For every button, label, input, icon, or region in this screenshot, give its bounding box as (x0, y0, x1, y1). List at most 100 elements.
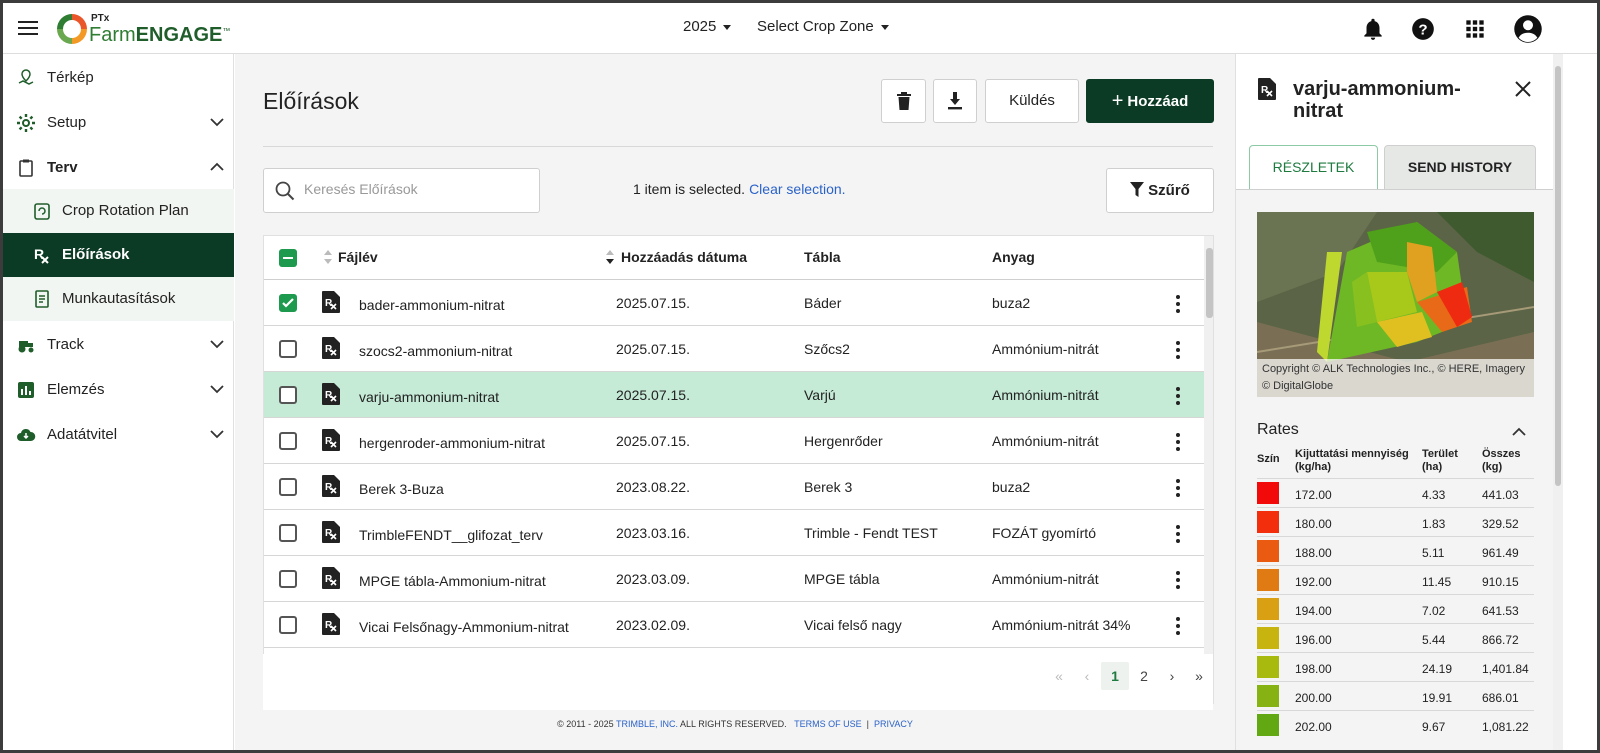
menu-icon[interactable] (17, 17, 39, 39)
row-more-icon[interactable] (1174, 293, 1182, 313)
row-file-name[interactable]: Vicai Felsőnagy-Ammonium-nitrat (359, 619, 569, 635)
page-scrollbar[interactable] (1553, 54, 1563, 750)
prescription-map[interactable]: Copyright © ALK Technologies Inc., © HER… (1257, 212, 1534, 397)
row-checkbox[interactable] (279, 386, 297, 404)
bell-icon[interactable] (1360, 16, 1386, 42)
rate-value: 192.00 (1295, 575, 1332, 589)
app-window: PTx FarmENGAGE™ 2025 Select Crop Zone ? … (3, 3, 1597, 750)
column-header-field[interactable]: Tábla (804, 249, 841, 265)
page-1-button[interactable]: 1 (1101, 662, 1129, 690)
footer-copyright: © 2011 - 2025 (557, 719, 614, 729)
first-page-button[interactable]: « (1045, 662, 1073, 690)
delete-button[interactable] (881, 79, 926, 123)
row-file-name[interactable]: szocs2-ammonium-nitrat (359, 343, 512, 359)
help-icon[interactable]: ? (1410, 16, 1436, 42)
row-more-icon[interactable] (1174, 339, 1182, 359)
rate-total: 1,081.22 (1482, 720, 1529, 734)
footer-company-link[interactable]: TRIMBLE, INC. (616, 719, 678, 729)
rx-file-icon: R (322, 337, 340, 359)
row-field: MPGE tábla (804, 571, 880, 587)
rate-area: 24.19 (1422, 662, 1453, 676)
next-page-button[interactable]: › (1158, 662, 1186, 690)
row-more-icon[interactable] (1174, 615, 1182, 635)
sidebar-item-setup[interactable]: Setup (3, 101, 234, 145)
sidebar-subitem-crop-rotation-plan[interactable]: Crop Rotation Plan (3, 189, 234, 233)
download-button[interactable] (933, 79, 977, 123)
crop-zone-dropdown[interactable]: Select Crop Zone (757, 18, 889, 35)
apps-grid-icon[interactable] (1462, 16, 1488, 42)
sidebar-item-terv[interactable]: Terv (3, 146, 234, 190)
scrollbar-thumb[interactable] (1555, 66, 1561, 486)
sidebar-subitem-munkautasitasok[interactable]: Munkautasítások (3, 277, 234, 321)
table-row[interactable]: Rvarju-ammonium-nitrat 2025.07.15. Varjú Am… (264, 372, 1204, 418)
column-header-material[interactable]: Anyag (992, 249, 1035, 265)
last-page-button[interactable]: » (1185, 662, 1213, 690)
row-more-icon[interactable] (1174, 569, 1182, 589)
table-row[interactable]: R TrimbleFENDT__glifozat_terv 2023.03.16. T… (264, 510, 1204, 556)
sidebar-item-track[interactable]: Track (3, 323, 234, 367)
row-more-icon[interactable] (1174, 477, 1182, 497)
row-checkbox[interactable] (279, 616, 297, 634)
sidebar-item-elemzes[interactable]: Elemzés (3, 368, 234, 412)
row-checkbox[interactable] (279, 478, 297, 496)
row-more-icon[interactable] (1174, 523, 1182, 543)
rx-file-icon: R (1258, 78, 1276, 100)
table-row[interactable]: R Berek 3-Buza 2023.08.22. Berek 3 buza2 (264, 464, 1204, 510)
send-button[interactable]: Küldés (985, 79, 1079, 123)
rate-row: 172.00 4.33 441.03 (1257, 478, 1534, 507)
sort-icon[interactable] (324, 250, 332, 264)
row-date: 2023.08.22. (616, 479, 690, 495)
sort-desc-icon[interactable] (606, 250, 614, 264)
crop-zone-value: Select Crop Zone (757, 18, 874, 35)
add-label: Hozzáad (1127, 93, 1189, 110)
filter-button[interactable]: Szűrő (1106, 168, 1214, 213)
prev-page-button[interactable]: ‹ (1073, 662, 1101, 690)
row-file-name[interactable]: varju-ammonium-nitrat (359, 389, 499, 405)
row-file-name[interactable]: bader-ammonium-nitrat (359, 297, 505, 313)
rate-row: 188.00 5.11 961.49 (1257, 536, 1534, 565)
row-checkbox[interactable] (279, 524, 297, 542)
row-file-name[interactable]: hergenroder-ammonium-nitrat (359, 435, 545, 451)
clear-selection-link[interactable]: Clear selection. (749, 181, 846, 197)
row-more-icon[interactable] (1174, 431, 1182, 451)
row-field: Trimble - Fendt TEST (804, 525, 938, 541)
row-file-name[interactable]: TrimbleFENDT__glifozat_terv (359, 527, 543, 543)
page-2-button[interactable]: 2 (1130, 662, 1158, 690)
terms-link[interactable]: TERMS OF USE (794, 719, 862, 729)
table-row[interactable]: Rhergenroder-ammonium-nitrat 2025.07.15. H… (264, 418, 1204, 464)
column-header-file[interactable]: Fájlév (338, 249, 378, 265)
close-icon[interactable] (1514, 80, 1532, 98)
row-field: Vicai felső nagy (804, 617, 902, 633)
sidebar-subitem-eloirasok[interactable]: R Előírások (3, 233, 234, 277)
chevron-up-icon[interactable] (1512, 427, 1526, 437)
search-box[interactable] (263, 168, 540, 213)
row-checkbox[interactable] (279, 340, 297, 358)
table-row[interactable]: Rszocs2-ammonium-nitrat 2025.07.15. Szőcs2… (264, 326, 1204, 372)
scrollbar-thumb[interactable] (1206, 248, 1213, 318)
tab-send-history[interactable]: SEND HISTORY (1384, 145, 1536, 190)
row-file-name[interactable]: Berek 3-Buza (359, 481, 444, 497)
table-row[interactable]: R Vicai Felsőnagy-Ammonium-nitrat 2023.02.… (264, 602, 1204, 648)
table-scrollbar[interactable] (1204, 236, 1213, 703)
add-button[interactable]: + Hozzáad (1086, 79, 1214, 123)
row-checkbox[interactable] (279, 570, 297, 588)
row-checkbox[interactable] (279, 294, 297, 312)
search-input[interactable] (304, 181, 529, 197)
main-content: Előírások Küldés +Hozzáad 1 item is sele… (235, 54, 1235, 750)
sidebar-item-terkep[interactable]: Térkép (3, 56, 234, 100)
privacy-link[interactable]: PRIVACY (874, 719, 913, 729)
table-row[interactable]: R MPGE tábla-Ammonium-nitrat 2023.03.09. MP… (264, 556, 1204, 602)
tab-details[interactable]: RÉSZLETEK (1249, 145, 1378, 190)
row-file-name[interactable]: MPGE tábla-Ammonium-nitrat (359, 573, 546, 589)
column-header-date[interactable]: Hozzáadás dátuma (621, 249, 747, 265)
table-row[interactable]: Rbader-ammonium-nitrat 2025.07.15. Báder bu… (264, 280, 1204, 326)
rate-value: 188.00 (1295, 546, 1332, 560)
select-all-checkbox[interactable] (279, 249, 297, 267)
sidebar-item-adatatvitel[interactable]: Adatátvitel (3, 413, 234, 457)
row-date: 2023.03.16. (616, 525, 690, 541)
year-dropdown[interactable]: 2025 (683, 18, 732, 35)
row-checkbox[interactable] (279, 432, 297, 450)
row-material: Ammónium-nitrát (992, 387, 1099, 403)
account-icon[interactable] (1513, 14, 1543, 44)
row-more-icon[interactable] (1174, 385, 1182, 405)
